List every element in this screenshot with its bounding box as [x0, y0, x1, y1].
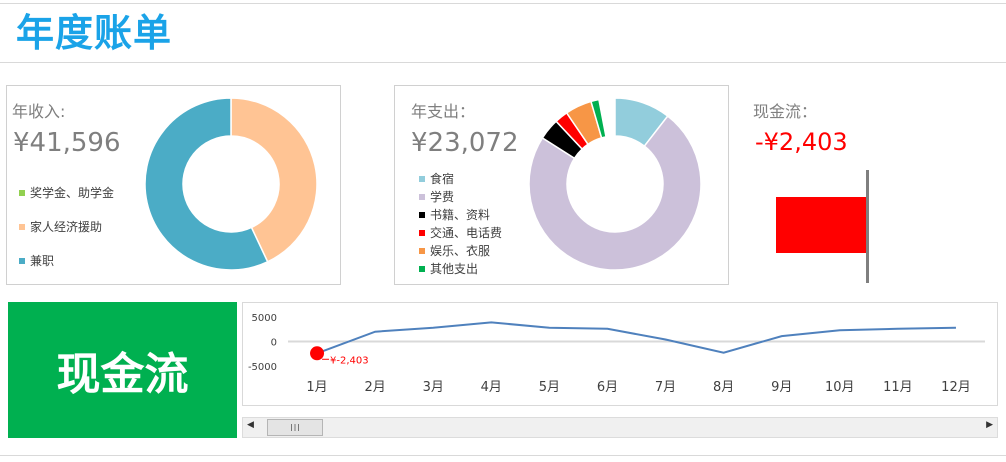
x-tick-label: 5月	[539, 380, 560, 395]
bottom-rule	[0, 455, 1006, 456]
x-tick-label: 6月	[597, 380, 618, 395]
cashflow-label: 现金流：	[753, 102, 818, 121]
legend-item: 家人经济援助	[19, 218, 102, 235]
legend-swatch	[419, 265, 425, 272]
legend-item: 学费	[419, 188, 454, 205]
cashflow-amount: -¥2,403	[755, 128, 848, 156]
header-rule	[0, 62, 1006, 63]
legend-item: 兼职	[19, 252, 54, 269]
x-tick-label: 1月	[306, 380, 327, 395]
cashflow-box-title: 现金流	[8, 302, 237, 438]
scroll-right-arrow-icon[interactable]: ▶	[986, 420, 993, 430]
expense-amount: ¥23,072	[411, 128, 519, 158]
legend-swatch	[419, 247, 425, 254]
expense-donut-chart	[528, 97, 702, 271]
legend-label: 家人经济援助	[30, 220, 103, 234]
x-tick-label: 10月	[825, 380, 855, 395]
y-tick-label: 0	[271, 338, 277, 349]
grip-icon	[291, 424, 299, 431]
income-label: 年收入:	[12, 102, 66, 121]
x-tick-label: 8月	[713, 380, 734, 395]
x-tick-label: 9月	[771, 380, 792, 395]
legend-item: 交通、电话费	[419, 224, 502, 241]
legend-label: 奖学金、助学金	[30, 186, 115, 200]
y-tick-label: -5000	[248, 362, 277, 373]
top-rule	[0, 3, 1006, 4]
legend-label: 兼职	[30, 254, 55, 268]
legend-item: 书籍、资料	[419, 206, 490, 223]
x-tick-label: 12月	[941, 380, 971, 395]
cashflow-line-panel: 5000 0 -5000 1月 2月 3月 4月 5月 6月 7月 8月 9月 10月 11月 12月 ¥-2…	[242, 302, 998, 406]
cashflow-line-chart: 5000 0 -5000 1月 2月 3月 4月 5月 6月 7月 8月 9月 10月 11月 12月 ¥-2…	[248, 313, 985, 395]
legend-label: 娱乐、衣服	[430, 244, 491, 258]
legend-swatch	[419, 211, 425, 218]
highlight-point-label: ¥-2,403	[330, 355, 369, 366]
income-amount: ¥41,596	[13, 128, 121, 158]
legend-label: 其他支出	[430, 262, 479, 276]
legend-swatch	[19, 223, 25, 230]
income-donut-chart	[144, 97, 318, 271]
legend-item: 其他支出	[419, 260, 478, 277]
income-panel: 年收入: ¥41,596 奖学金、助学金 家人经济援助 兼职	[6, 85, 341, 285]
y-tick-label: 5000	[252, 313, 277, 324]
expense-label: 年支出：	[411, 102, 476, 121]
legend-label: 学费	[430, 190, 455, 204]
legend-label: 交通、电话费	[430, 226, 503, 240]
legend-label: 书籍、资料	[430, 208, 491, 222]
x-tick-label: 3月	[423, 380, 444, 395]
legend-swatch	[19, 189, 25, 196]
legend-item: 食宿	[419, 170, 454, 187]
cashflow-axis	[866, 170, 869, 283]
legend-swatch	[19, 257, 25, 264]
scroll-left-arrow-icon[interactable]: ◀	[247, 420, 254, 430]
cashflow-series-line	[316, 321, 956, 355]
scrollbar-thumb[interactable]	[267, 419, 323, 436]
legend-swatch	[419, 193, 425, 200]
cashflow-bar	[776, 197, 866, 253]
expense-panel: 年支出： ¥23,072 食宿学费书籍、资料交通、电话费 娱乐、衣服其他支出	[394, 85, 729, 285]
x-tick-label: 2月	[364, 380, 385, 395]
horizontal-scrollbar[interactable]: ◀ ▶	[242, 417, 998, 438]
page-title: 年度账单	[16, 11, 173, 55]
x-tick-label: 11月	[883, 380, 913, 395]
x-tick-label: 7月	[655, 380, 676, 395]
legend-item: 娱乐、衣服	[419, 242, 490, 259]
legend-swatch	[419, 229, 425, 236]
legend-label: 食宿	[430, 172, 455, 186]
x-tick-label: 4月	[481, 380, 502, 395]
legend-item: 奖学金、助学金	[19, 184, 114, 201]
legend-swatch	[419, 175, 425, 182]
highlight-point-marker	[310, 346, 325, 361]
